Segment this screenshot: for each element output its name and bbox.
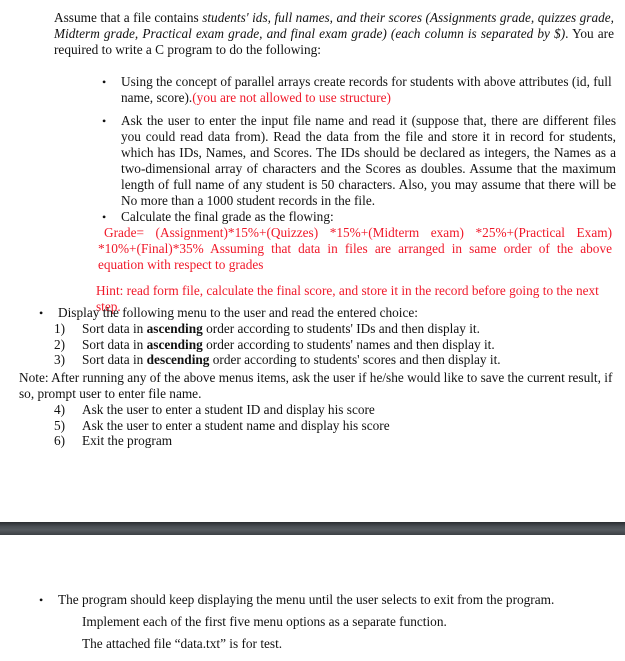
menu-text: order according to students' names and t… — [202, 337, 495, 352]
menu-text: Sort data in — [82, 337, 147, 352]
menu-item-text: Ask the user to enter a student ID and d… — [82, 402, 375, 417]
bullet-parallel-arrays: Using the concept of parallel arrays cre… — [121, 74, 621, 106]
menu-text: order according to students' IDs and the… — [202, 321, 480, 336]
intro-text: Assume that a file contains — [54, 10, 203, 25]
bullet-icon: • — [102, 75, 107, 89]
menu-item-number: 3) — [54, 352, 66, 367]
bullet-icon: • — [39, 306, 44, 320]
menu-keyword: descending — [146, 352, 210, 367]
menu-keyword: ascending — [146, 321, 203, 336]
page-separator — [0, 522, 625, 535]
bullet-calculate: Calculate the final grade as the flowing… — [121, 209, 334, 224]
bullet-loop-menu: The program should keep displaying the m… — [58, 592, 555, 607]
menu-item-text: Sort data in descending order according … — [82, 352, 501, 368]
bullet-icon: • — [39, 593, 44, 607]
intro-paragraph: Assume that a file contains students' id… — [54, 10, 614, 58]
bullet-icon: • — [102, 210, 107, 224]
bullet-menu-intro: Display the following menu to the user a… — [58, 305, 419, 320]
menu-item-number: 5) — [54, 418, 66, 433]
menu-item-number: 2) — [54, 337, 66, 352]
menu-text: Sort data in — [82, 352, 147, 367]
bullet-read-file: Ask the user to enter the input file nam… — [121, 113, 616, 208]
menu-item-text: Sort data in ascending order according t… — [82, 337, 495, 353]
function-requirement: Implement each of the first five menu op… — [82, 614, 447, 629]
restriction-note: (you are not allowed to use structure) — [192, 90, 391, 105]
menu-item-number: 6) — [54, 433, 66, 448]
menu-item-number: 4) — [54, 402, 66, 417]
menu-text: Sort data in — [82, 321, 147, 336]
bullet-icon: • — [102, 114, 107, 128]
menu-item-text: Ask the user to enter a student name and… — [82, 418, 390, 433]
grade-formula: Grade= (Assignment)*15%+(Quizzes) *15%+(… — [98, 225, 616, 272]
save-result-note: Note: After running any of the above men… — [19, 370, 613, 401]
menu-item-text: Exit the program — [82, 433, 173, 448]
menu-keyword: ascending — [146, 337, 203, 352]
menu-text: order according to students' scores and … — [209, 352, 501, 367]
attached-file-note: The attached file “data.txt” is for test… — [82, 636, 283, 651]
menu-item-number: 1) — [54, 321, 66, 336]
menu-item-text: Sort data in ascending order according t… — [82, 321, 480, 337]
